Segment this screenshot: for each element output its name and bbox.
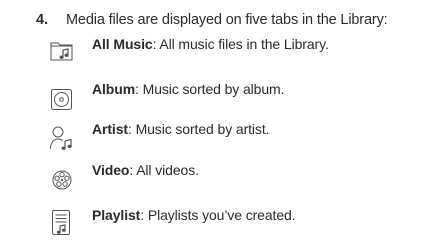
tab-description-album: Album: Music sorted by album. (92, 81, 285, 97)
step-number: 4. (36, 12, 49, 28)
tab-name: Playlist (92, 207, 141, 223)
tab-description-all-music: All Music: All music files in the Librar… (92, 36, 329, 52)
artist-person-icon (48, 121, 76, 153)
tab-name: Album (92, 81, 136, 97)
tab-name: Video (92, 162, 130, 178)
tab-description-playlist: Playlist: Playlists you’ve created. (92, 207, 296, 223)
tab-name: Artist (92, 121, 128, 137)
tab-item-artist: Artist: Music sorted by artist. (40, 121, 425, 155)
step-4: 4. Media files are displayed on five tab… (8, 4, 423, 34)
album-disc-icon (48, 81, 76, 113)
tab-name: All Music (92, 36, 153, 52)
tab-description-video: Video: All videos. (92, 162, 199, 178)
playlist-icon (48, 207, 76, 239)
tab-item-all-music: All Music: All music files in the Librar… (40, 36, 425, 70)
tab-item-video: Video: All videos. (40, 162, 425, 196)
tab-item-album: Album: Music sorted by album. (40, 81, 425, 115)
step-text: Media files are displayed on five tabs i… (66, 12, 388, 28)
tab-item-playlist: Playlist: Playlists you’ve created. (40, 207, 425, 241)
video-reel-icon (48, 162, 76, 194)
music-folder-icon (48, 36, 76, 68)
tab-description-artist: Artist: Music sorted by artist. (92, 121, 270, 137)
